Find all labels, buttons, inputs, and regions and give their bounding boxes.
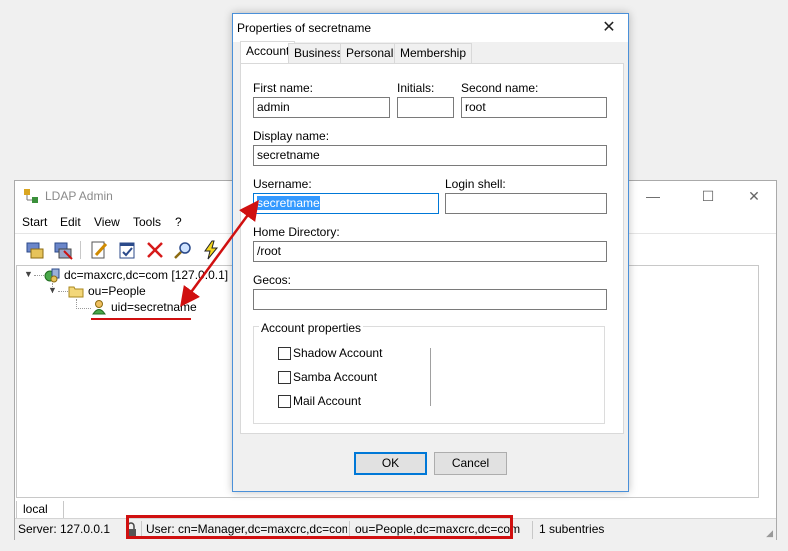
- close-icon[interactable]: ✕: [744, 187, 764, 205]
- user-icon: [92, 300, 106, 315]
- cancel-button[interactable]: Cancel: [434, 452, 507, 475]
- collapse-root-icon[interactable]: ▼: [24, 269, 33, 279]
- mail-account-checkbox[interactable]: [278, 395, 291, 408]
- ok-button[interactable]: OK: [354, 452, 427, 475]
- connection-tab[interactable]: local: [16, 501, 64, 519]
- second-name-field[interactable]: root: [461, 97, 607, 118]
- main-window-title: LDAP Admin: [45, 189, 113, 203]
- samba-account-checkbox[interactable]: [278, 371, 291, 384]
- collapse-people-icon[interactable]: ▼: [48, 285, 57, 295]
- folder-icon: [68, 286, 84, 298]
- resize-grip-icon[interactable]: ◢: [766, 528, 773, 539]
- tree-ou-label[interactable]: ou=People: [88, 284, 146, 298]
- display-name-label: Display name:: [253, 129, 330, 143]
- minimize-icon[interactable]: —: [643, 187, 663, 205]
- username-field[interactable]: secretname: [253, 193, 439, 214]
- status-divider: [532, 521, 533, 539]
- menu-start[interactable]: Start: [22, 215, 47, 229]
- first-name-field[interactable]: admin: [253, 97, 390, 118]
- status-user: User: cn=Manager,dc=maxcrc,dc=com: [146, 522, 347, 536]
- menu-edit[interactable]: Edit: [60, 215, 81, 229]
- connect-icon[interactable]: [24, 239, 46, 261]
- menu-help[interactable]: ?: [175, 215, 182, 229]
- login-shell-label: Login shell:: [445, 177, 506, 191]
- lock-icon: [126, 522, 136, 536]
- tree-uid-label[interactable]: uid=secretname: [111, 300, 197, 314]
- samba-account-label[interactable]: Samba Account: [293, 370, 377, 384]
- username-selected-text: secretname: [257, 196, 320, 210]
- shadow-account-label[interactable]: Shadow Account: [293, 346, 382, 360]
- status-server: Server: 127.0.0.1: [18, 522, 111, 536]
- properties-dialog: Properties of secretname ✕ Account Busin…: [232, 13, 629, 492]
- lightning-icon[interactable]: [200, 239, 222, 261]
- tab-membership[interactable]: Membership: [394, 43, 473, 63]
- menu-tools[interactable]: Tools: [133, 215, 161, 229]
- gecos-field[interactable]: [253, 289, 607, 310]
- edit-entry-icon[interactable]: [88, 239, 110, 261]
- group-separator: [430, 348, 431, 406]
- tree-root-label[interactable]: dc=maxcrc,dc=com [127.0.0.1]: [64, 268, 228, 282]
- status-subentries: 1 subentries: [539, 522, 605, 536]
- home-directory-label: Home Directory:: [253, 225, 340, 239]
- tree-connector: [76, 308, 91, 309]
- uid-underline-annotation: [91, 318, 191, 320]
- dialog-titlebar: Properties of secretname ✕: [233, 14, 628, 42]
- disconnect-icon[interactable]: [52, 239, 74, 261]
- delete-icon[interactable]: [144, 239, 166, 261]
- account-properties-title: Account properties: [259, 321, 364, 335]
- toolbar-separator: [80, 241, 81, 259]
- maximize-icon[interactable]: ☐: [698, 187, 718, 205]
- status-path: ou=People,dc=maxcrc,dc=com: [355, 522, 521, 536]
- second-name-label: Second name:: [461, 81, 539, 95]
- dialog-title: Properties of secretname: [237, 21, 372, 35]
- first-name-label: First name:: [253, 81, 314, 95]
- properties-icon[interactable]: [116, 239, 138, 261]
- server-node-icon: [44, 268, 60, 283]
- search-icon[interactable]: [172, 239, 194, 261]
- username-label: Username:: [253, 177, 312, 191]
- status-divider: [141, 521, 142, 539]
- dialog-close-icon[interactable]: ✕: [598, 17, 620, 39]
- tree-connector: [34, 275, 44, 276]
- status-bar: Server: 127.0.0.1 User: cn=Manager,dc=ma…: [15, 518, 776, 540]
- gecos-label: Gecos:: [253, 273, 292, 287]
- shadow-account-checkbox[interactable]: [278, 347, 291, 360]
- mail-account-label[interactable]: Mail Account: [293, 394, 361, 408]
- ldap-admin-app-icon: [24, 189, 38, 203]
- tree-connector: [58, 291, 68, 292]
- tab-personal[interactable]: Personal: [340, 43, 400, 63]
- initials-field[interactable]: [397, 97, 454, 118]
- home-directory-field[interactable]: /root: [253, 241, 607, 262]
- menu-view[interactable]: View: [94, 215, 120, 229]
- display-name-field[interactable]: secretname: [253, 145, 607, 166]
- status-divider: [349, 521, 350, 539]
- initials-label: Initials:: [397, 81, 435, 95]
- login-shell-field[interactable]: [445, 193, 607, 214]
